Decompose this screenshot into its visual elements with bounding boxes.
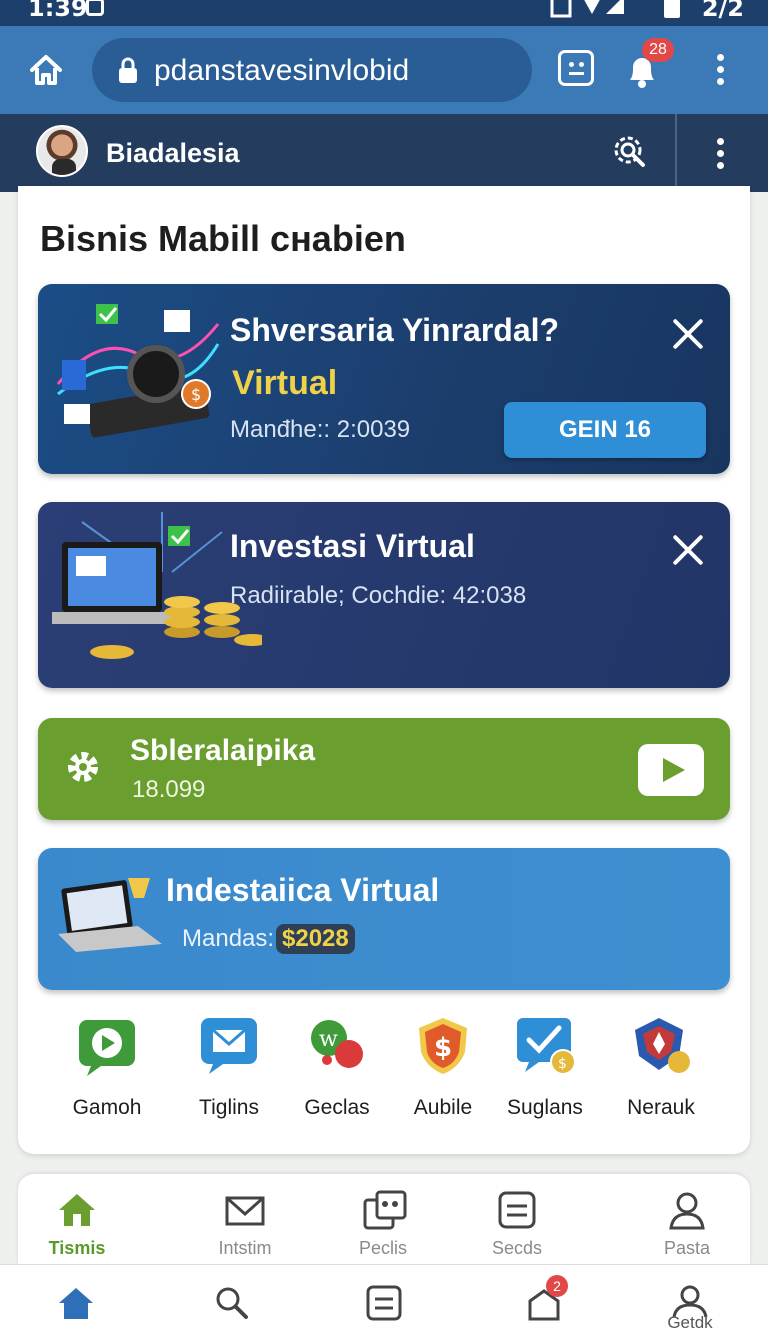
shortcut-tiglins[interactable]: Tiglins <box>174 1016 284 1120</box>
magnifier-keyboard-illustration: $ <box>56 304 220 438</box>
battery-icon <box>664 0 680 18</box>
shortcut-geclas[interactable]: w Geclas <box>282 1016 392 1120</box>
page-title: Bisnis Mabill cнabien <box>40 218 406 259</box>
lock-status-icon <box>86 0 104 16</box>
signal-icons <box>548 0 648 26</box>
svg-text:$: $ <box>558 1056 567 1072</box>
gear-search-icon <box>614 136 645 167</box>
tabs-button[interactable] <box>558 50 594 86</box>
status-page-count: 2/2 <box>701 0 744 22</box>
cart-badge: 2 <box>546 1275 568 1297</box>
notification-badge: 28 <box>642 38 674 62</box>
shortcut-suglans[interactable]: $ Suglans <box>490 1016 600 1120</box>
play-button[interactable] <box>638 744 704 796</box>
user-icon <box>667 1190 707 1230</box>
promo-accent: Virtual <box>232 364 338 402</box>
tab-label: Tismis <box>48 1238 106 1258</box>
shortcut-label: Aubile <box>413 1096 473 1119</box>
tab-secds[interactable]: Secds <box>462 1190 572 1259</box>
shortcut-label: Nerauk <box>627 1096 695 1119</box>
main-content-card: Bisnis Mabill cнabien $ Shversaria Yinra… <box>18 186 750 1154</box>
promo-subtitle: Manđhe:: 2:0039 <box>230 416 411 443</box>
browser-toolbar: pdanstavesinvlobid 28 <box>0 26 768 114</box>
browser-menu-button[interactable] <box>715 54 725 88</box>
promo-card-investasi[interactable]: Investasi Virtual Radiirable; Cochdie: 4… <box>38 502 730 688</box>
price-value: $2028 <box>276 924 355 954</box>
bottom-tab-bar: Tismis Intstim Peclis Secds Pasta <box>18 1174 750 1264</box>
tab-label: Pasta <box>663 1238 711 1258</box>
tab-label: Intstim <box>218 1238 272 1258</box>
mail-icon <box>225 1190 265 1230</box>
svg-text:$: $ <box>191 385 201 404</box>
promo-title: Shversaria Yinrardal? <box>230 312 560 348</box>
promo-card-indestaiica[interactable]: Indestaiica Virtual Mandas: $2028 <box>38 848 730 990</box>
avatar[interactable] <box>36 125 88 177</box>
nav-home[interactable] <box>36 1283 116 1323</box>
search-icon <box>212 1283 252 1323</box>
tab-intstim[interactable]: Intstim <box>190 1190 300 1259</box>
ball-icon: w <box>307 1016 367 1076</box>
shortcut-nerauk[interactable]: Nerauk <box>606 1016 716 1120</box>
gein-button[interactable]: GEIN 16 <box>504 402 706 458</box>
laptop-icon <box>58 878 162 952</box>
shortcut-label: Suglans <box>507 1096 583 1119</box>
promo-title: Investasi Virtual <box>230 528 475 564</box>
status-bar: 1:39 2/2 <box>0 0 768 26</box>
home-icon <box>30 55 62 85</box>
svg-text:$: $ <box>434 1033 452 1063</box>
home-button[interactable] <box>26 50 66 90</box>
shortcut-aubile[interactable]: $ Aubile <box>388 1016 498 1120</box>
svg-text:w: w <box>319 1027 338 1052</box>
settings-search-button[interactable] <box>612 134 646 168</box>
tab-label: Peclis <box>358 1238 407 1258</box>
home-icon <box>56 1283 96 1323</box>
shortcut-label: Geclas <box>304 1096 370 1119</box>
puzzle-icon <box>363 1190 407 1230</box>
list-icon <box>497 1190 537 1230</box>
app-header: Biadalesia <box>0 114 768 192</box>
price-label: Mandas: <box>182 925 275 952</box>
close-icon[interactable] <box>670 316 706 352</box>
promo-title: Indestaiica Virtual <box>166 872 440 908</box>
close-icon[interactable] <box>670 532 706 568</box>
promo-title: Sbleralaipika <box>130 734 316 767</box>
promo-card-virtual[interactable]: $ Shversaria Yinrardal? Virtual Manđhe::… <box>38 284 730 474</box>
dollar-shield-icon: $ <box>413 1016 473 1076</box>
nav-label: Getdk <box>667 1313 713 1332</box>
tab-tismis[interactable]: Tismis <box>22 1190 132 1259</box>
status-time: 1:39 <box>28 0 88 22</box>
promo-card-sbleralaipika[interactable]: Sbleralaipika 18.099 <box>38 718 730 820</box>
lock-icon <box>119 57 137 83</box>
tab-label: Secds <box>491 1238 543 1258</box>
header-divider <box>675 114 677 192</box>
shortcut-label: Tiglins <box>199 1096 259 1119</box>
shortcut-gamoh[interactable]: Gamoh <box>52 1016 162 1120</box>
url-bar[interactable]: pdanstavesinvlobid <box>92 38 532 102</box>
system-nav-bar: 2 Getdk <box>0 1264 768 1344</box>
promo-subtitle: Radiirable; Cochdie: 42:038 <box>230 582 527 609</box>
url-text: pdanstavesinvlobid <box>154 54 410 87</box>
app-title: Biadalesia <box>106 138 240 168</box>
tab-pasta[interactable]: Pasta <box>632 1190 742 1259</box>
cart-icon: 2 <box>524 1275 568 1323</box>
nav-cart[interactable]: 2 <box>504 1275 584 1323</box>
list-icon <box>364 1283 404 1323</box>
mail-chat-icon <box>199 1016 259 1076</box>
app-menu-button[interactable] <box>715 138 725 172</box>
promo-subtitle: 18.099 <box>132 776 206 803</box>
nav-list[interactable] <box>344 1283 424 1323</box>
play-chat-icon <box>77 1016 137 1076</box>
check-coin-icon: $ <box>515 1016 576 1076</box>
nav-search[interactable] <box>192 1283 272 1323</box>
home-icon <box>57 1190 97 1230</box>
nav-profile[interactable]: Getdk <box>650 1283 730 1332</box>
gem-shield-icon <box>631 1016 691 1076</box>
shortcut-label: Gamoh <box>72 1096 142 1119</box>
gear-icon <box>68 752 98 782</box>
tab-peclis[interactable]: Peclis <box>328 1190 438 1259</box>
shortcut-row: Gamoh Tiglins w Geclas $ Aubile $ Suglan… <box>18 1016 750 1126</box>
